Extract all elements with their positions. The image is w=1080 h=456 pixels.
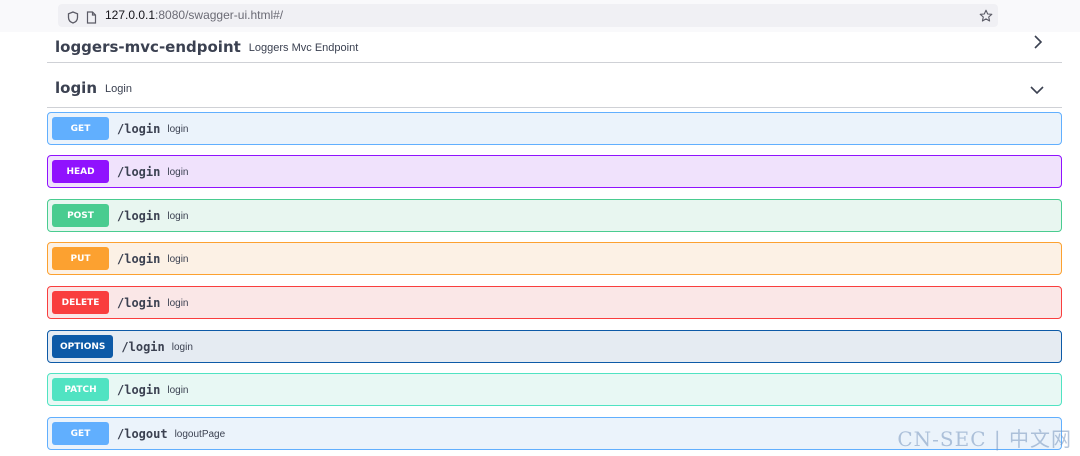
method-badge[interactable]: GET (52, 117, 109, 140)
address-bar[interactable]: 127.0.0.1:8080/swagger-ui.html#/ (58, 4, 998, 27)
page-icon (86, 9, 97, 28)
browser-toolbar: 127.0.0.1:8080/swagger-ui.html#/ (0, 0, 1080, 32)
operation-path[interactable]: /login (117, 209, 160, 223)
method-badge[interactable]: GET (52, 422, 109, 445)
operation-path[interactable]: /login (117, 122, 160, 136)
chevron-right-icon[interactable] (1032, 34, 1044, 53)
operation-summary: login (167, 297, 189, 309)
bookmark-star-icon[interactable] (979, 8, 993, 27)
operation-summary: login (167, 253, 189, 265)
operation-path[interactable]: /login (121, 340, 164, 354)
method-badge[interactable]: OPTIONS (52, 335, 114, 358)
operation-post-row[interactable]: POST/login login (47, 199, 1062, 232)
watermark: CN-SEC | 中文网 (897, 427, 1072, 451)
chevron-down-icon[interactable] (1030, 80, 1044, 99)
operation-summary: login (167, 384, 189, 396)
operation-summary: login (167, 123, 189, 135)
operation-path[interactable]: /logout (117, 427, 168, 441)
tag-title: loggers-mvc-endpoint (55, 38, 241, 56)
operation-patch-row[interactable]: PATCH/login login (47, 373, 1062, 406)
operation-delete-row[interactable]: DELETE/login login (47, 286, 1062, 319)
operation-summary: login (167, 210, 189, 222)
operation-path[interactable]: /login (117, 165, 160, 179)
operation-put-row[interactable]: PUT/login login (47, 242, 1062, 275)
operation-path[interactable]: /login (117, 252, 160, 266)
operation-summary: login (171, 341, 193, 353)
url-path: :8080/swagger-ui.html#/ (155, 8, 284, 22)
tag-description: Loggers Mvc Endpoint (248, 42, 359, 54)
operation-path[interactable]: /login (117, 383, 160, 397)
url-text[interactable]: 127.0.0.1:8080/swagger-ui.html#/ (105, 8, 283, 22)
shield-icon[interactable] (67, 9, 79, 28)
method-badge[interactable]: PUT (52, 247, 109, 270)
operation-options-row[interactable]: OPTIONS/login login (47, 330, 1062, 363)
operation-path[interactable]: /login (117, 296, 160, 310)
operation-summary: logoutPage (174, 428, 226, 440)
method-badge[interactable]: DELETE (52, 291, 109, 314)
method-badge[interactable]: PATCH (52, 378, 109, 401)
method-badge[interactable]: HEAD (52, 160, 109, 183)
tag-description: Login (105, 82, 132, 95)
tag-loggers-mvc-endpoint[interactable]: loggers-mvc-endpoint Loggers Mvc Endpoin… (47, 32, 1062, 63)
url-host: 127.0.0.1 (105, 8, 156, 22)
operation-head-row[interactable]: HEAD/login login (47, 155, 1062, 188)
operation-summary: login (167, 166, 189, 178)
method-badge[interactable]: POST (52, 204, 109, 227)
tag-title: login (55, 78, 98, 97)
operation-get-row[interactable]: GET/login login (47, 112, 1062, 145)
tag-login[interactable]: login Login (47, 68, 1062, 108)
